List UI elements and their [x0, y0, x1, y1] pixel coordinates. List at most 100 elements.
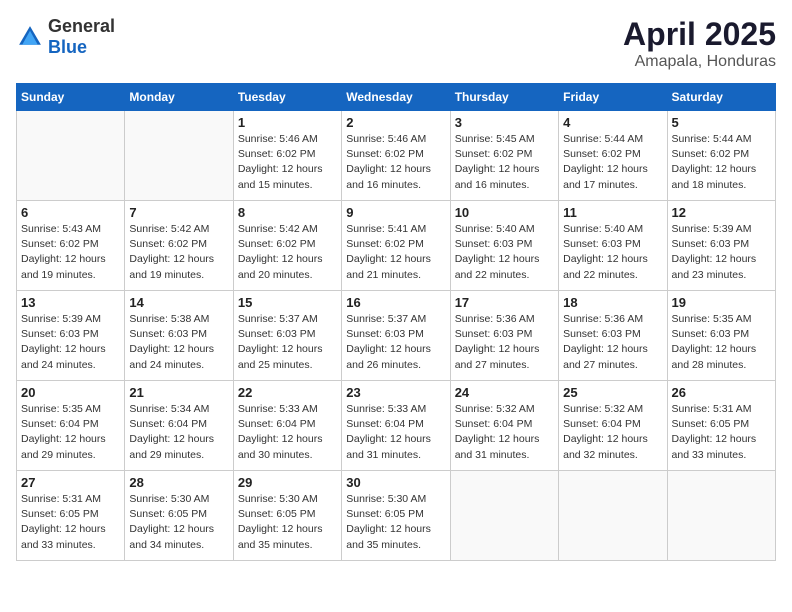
table-row: 28Sunrise: 5:30 AMSunset: 6:05 PMDayligh…	[125, 471, 233, 561]
page-header: General Blue April 2025 Amapala, Hondura…	[16, 16, 776, 71]
header-monday: Monday	[125, 84, 233, 111]
table-row: 25Sunrise: 5:32 AMSunset: 6:04 PMDayligh…	[559, 381, 667, 471]
day-info: Sunrise: 5:33 AMSunset: 6:04 PMDaylight:…	[346, 402, 445, 463]
table-row: 27Sunrise: 5:31 AMSunset: 6:05 PMDayligh…	[17, 471, 125, 561]
table-row	[125, 111, 233, 201]
table-row: 16Sunrise: 5:37 AMSunset: 6:03 PMDayligh…	[342, 291, 450, 381]
calendar-location: Amapala, Honduras	[623, 53, 776, 71]
day-number: 17	[455, 295, 554, 310]
header-tuesday: Tuesday	[233, 84, 341, 111]
day-number: 8	[238, 205, 337, 220]
table-row: 15 Sunrise: 5:37 AMSunset: 6:03 PMDayligh…	[233, 291, 341, 381]
header-friday: Friday	[559, 84, 667, 111]
day-info: Sunrise: 5:36 AMSunset: 6:03 PMDaylight:…	[455, 312, 554, 373]
day-info: Sunrise: 5:44 AMSunset: 6:02 PMDaylight:…	[563, 132, 662, 193]
header-thursday: Thursday	[450, 84, 558, 111]
day-info: Sunrise: 5:41 AMSunset: 6:02 PMDaylight:…	[346, 222, 445, 283]
table-row: 21 Sunrise: 5:34 AMSunset: 6:04 PMDayligh…	[125, 381, 233, 471]
day-info: Sunrise: 5:43 AMSunset: 6:02 PMDaylight:…	[21, 222, 120, 283]
logo-text: General Blue	[48, 16, 115, 58]
table-row: 26Sunrise: 5:31 AMSunset: 6:05 PMDayligh…	[667, 381, 775, 471]
logo: General Blue	[16, 16, 115, 58]
day-info: Sunrise: 5:35 AMSunset: 6:03 PMDaylight:…	[672, 312, 771, 373]
day-number: 2	[346, 115, 445, 130]
logo-blue: Blue	[48, 37, 87, 57]
header-sunday: Sunday	[17, 84, 125, 111]
table-row: 3 Sunrise: 5:45 AMSunset: 6:02 PMDaylight…	[450, 111, 558, 201]
table-row: 29Sunrise: 5:30 AMSunset: 6:05 PMDayligh…	[233, 471, 341, 561]
day-info: Sunrise: 5:44 AMSunset: 6:02 PMDaylight:…	[672, 132, 771, 193]
day-info: Sunrise: 5:31 AMSunset: 6:05 PMDaylight:…	[21, 492, 120, 553]
logo-icon	[16, 23, 44, 51]
day-number: 6	[21, 205, 120, 220]
day-info: Sunrise: 5:42 AMSunset: 6:02 PMDaylight:…	[129, 222, 228, 283]
day-number: 11	[563, 205, 662, 220]
day-info: Sunrise: 5:37 AMSunset: 6:03 PMDaylight:…	[238, 312, 337, 373]
table-row	[17, 111, 125, 201]
day-number: 30	[346, 475, 445, 490]
table-row: 20 Sunrise: 5:35 AMSunset: 6:04 PMDayligh…	[17, 381, 125, 471]
table-row: 6 Sunrise: 5:43 AMSunset: 6:02 PMDaylight…	[17, 201, 125, 291]
table-row	[450, 471, 558, 561]
table-row: 4Sunrise: 5:44 AMSunset: 6:02 PMDaylight…	[559, 111, 667, 201]
day-number: 21	[129, 385, 228, 400]
table-row: 23Sunrise: 5:33 AMSunset: 6:04 PMDayligh…	[342, 381, 450, 471]
week-row-4: 20 Sunrise: 5:35 AMSunset: 6:04 PMDayligh…	[17, 381, 776, 471]
table-row: 19Sunrise: 5:35 AMSunset: 6:03 PMDayligh…	[667, 291, 775, 381]
table-row: 5 Sunrise: 5:44 AMSunset: 6:02 PMDaylight…	[667, 111, 775, 201]
day-info: Sunrise: 5:34 AMSunset: 6:04 PMDaylight:…	[129, 402, 228, 463]
day-info: Sunrise: 5:35 AMSunset: 6:04 PMDaylight:…	[21, 402, 120, 463]
table-row: 14Sunrise: 5:38 AMSunset: 6:03 PMDayligh…	[125, 291, 233, 381]
table-row: 2 Sunrise: 5:46 AMSunset: 6:02 PMDaylight…	[342, 111, 450, 201]
week-row-5: 27Sunrise: 5:31 AMSunset: 6:05 PMDayligh…	[17, 471, 776, 561]
table-row: 11 Sunrise: 5:40 AMSunset: 6:03 PMDayligh…	[559, 201, 667, 291]
day-info: Sunrise: 5:46 AMSunset: 6:02 PMDaylight:…	[346, 132, 445, 193]
calendar-table: Sunday Monday Tuesday Wednesday Thursday…	[16, 83, 776, 561]
day-number: 3	[455, 115, 554, 130]
day-info: Sunrise: 5:46 AMSunset: 6:02 PMDaylight:…	[238, 132, 337, 193]
calendar-title: April 2025	[623, 16, 776, 53]
day-info: Sunrise: 5:39 AMSunset: 6:03 PMDaylight:…	[672, 222, 771, 283]
day-info: Sunrise: 5:33 AMSunset: 6:04 PMDaylight:…	[238, 402, 337, 463]
logo-general: General	[48, 16, 115, 36]
day-info: Sunrise: 5:40 AMSunset: 6:03 PMDaylight:…	[563, 222, 662, 283]
header-wednesday: Wednesday	[342, 84, 450, 111]
table-row: 1 Sunrise: 5:46 AMSunset: 6:02 PMDaylight…	[233, 111, 341, 201]
day-info: Sunrise: 5:32 AMSunset: 6:04 PMDaylight:…	[455, 402, 554, 463]
day-number: 12	[672, 205, 771, 220]
table-row	[559, 471, 667, 561]
table-row: 7 Sunrise: 5:42 AMSunset: 6:02 PMDaylight…	[125, 201, 233, 291]
day-info: Sunrise: 5:32 AMSunset: 6:04 PMDaylight:…	[563, 402, 662, 463]
week-row-3: 13Sunrise: 5:39 AMSunset: 6:03 PMDayligh…	[17, 291, 776, 381]
day-number: 10	[455, 205, 554, 220]
day-number: 28	[129, 475, 228, 490]
day-number: 7	[129, 205, 228, 220]
table-row: 22Sunrise: 5:33 AMSunset: 6:04 PMDayligh…	[233, 381, 341, 471]
title-block: April 2025 Amapala, Honduras	[623, 16, 776, 71]
table-row: 24Sunrise: 5:32 AMSunset: 6:04 PMDayligh…	[450, 381, 558, 471]
day-info: Sunrise: 5:45 AMSunset: 6:02 PMDaylight:…	[455, 132, 554, 193]
header-saturday: Saturday	[667, 84, 775, 111]
table-row: 8 Sunrise: 5:42 AMSunset: 6:02 PMDaylight…	[233, 201, 341, 291]
table-row: 17 Sunrise: 5:36 AMSunset: 6:03 PMDayligh…	[450, 291, 558, 381]
table-row: 12 Sunrise: 5:39 AMSunset: 6:03 PMDayligh…	[667, 201, 775, 291]
day-number: 5	[672, 115, 771, 130]
day-info: Sunrise: 5:30 AMSunset: 6:05 PMDaylight:…	[238, 492, 337, 553]
day-number: 16	[346, 295, 445, 310]
table-row: 9Sunrise: 5:41 AMSunset: 6:02 PMDaylight…	[342, 201, 450, 291]
weekday-header-row: Sunday Monday Tuesday Wednesday Thursday…	[17, 84, 776, 111]
day-info: Sunrise: 5:42 AMSunset: 6:02 PMDaylight:…	[238, 222, 337, 283]
table-row: 18Sunrise: 5:36 AMSunset: 6:03 PMDayligh…	[559, 291, 667, 381]
day-info: Sunrise: 5:38 AMSunset: 6:03 PMDaylight:…	[129, 312, 228, 373]
day-number: 1	[238, 115, 337, 130]
day-info: Sunrise: 5:40 AMSunset: 6:03 PMDaylight:…	[455, 222, 554, 283]
table-row: 30 Sunrise: 5:30 AMSunset: 6:05 PMDayligh…	[342, 471, 450, 561]
day-info: Sunrise: 5:36 AMSunset: 6:03 PMDaylight:…	[563, 312, 662, 373]
week-row-1: 1 Sunrise: 5:46 AMSunset: 6:02 PMDaylight…	[17, 111, 776, 201]
day-number: 26	[672, 385, 771, 400]
table-row: 13Sunrise: 5:39 AMSunset: 6:03 PMDayligh…	[17, 291, 125, 381]
table-row	[667, 471, 775, 561]
day-number: 20	[21, 385, 120, 400]
day-info: Sunrise: 5:30 AMSunset: 6:05 PMDaylight:…	[346, 492, 445, 553]
day-number: 15	[238, 295, 337, 310]
